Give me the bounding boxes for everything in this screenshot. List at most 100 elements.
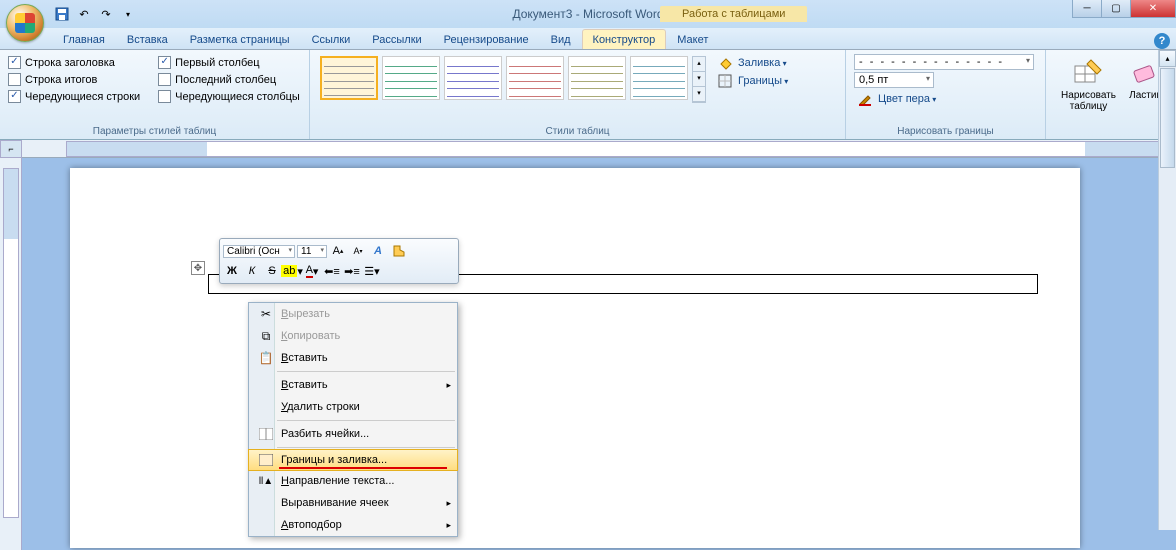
check-header-row[interactable] [8, 56, 21, 69]
ruler-corner[interactable]: ⌐ [0, 140, 22, 158]
label-header-row: Строка заголовка [25, 57, 115, 69]
window-title: Документ3 - Microsoft Word [512, 7, 663, 21]
pen-icon [858, 92, 874, 106]
style-item-5[interactable] [568, 56, 626, 100]
label-banded-rows: Чередующиеся строки [25, 91, 140, 103]
ribbon: Строка заголовка Строка итогов Чередующи… [0, 50, 1176, 140]
split-cells-icon [255, 428, 277, 440]
gallery-more[interactable]: ▴▾▾ [692, 56, 706, 103]
ctx-autofit[interactable]: Автоподбор [249, 514, 457, 536]
minimize-button[interactable]: ─ [1072, 0, 1102, 18]
context-tab-title: Работа с таблицами [660, 6, 807, 22]
table-style-gallery[interactable]: ▴▾▾ [318, 54, 708, 105]
tab-layout[interactable]: Макет [666, 29, 719, 49]
tab-insert[interactable]: Вставка [116, 29, 179, 49]
borders-button[interactable]: Границы [714, 72, 792, 90]
pen-color-button[interactable]: Цвет пера [854, 90, 1037, 108]
ctx-cell-alignment[interactable]: Выравнивание ячеек [249, 492, 457, 514]
line-style-combo[interactable]: - - - - - - - - - - - - - - [854, 54, 1034, 70]
tab-review[interactable]: Рецензирование [433, 29, 540, 49]
table-move-handle[interactable] [191, 261, 205, 275]
ctx-text-direction[interactable]: ll▲Направление текста... [249, 470, 457, 492]
shading-button[interactable]: Заливка [714, 54, 792, 72]
window-controls: ─ ▢ ✕ [1073, 0, 1176, 18]
label-total-row: Строка итогов [25, 74, 97, 86]
borders-shading-icon [255, 454, 277, 466]
ctx-split-cells[interactable]: Разбить ячейки... [249, 423, 457, 445]
group-draw-borders: - - - - - - - - - - - - - - 0,5 пт Цвет … [846, 50, 1046, 139]
line-weight-combo[interactable]: 0,5 пт [854, 72, 934, 88]
save-icon[interactable] [52, 4, 72, 24]
ctx-borders-shading[interactable]: Границы и заливка... [248, 449, 458, 471]
canvas[interactable] [22, 158, 1176, 550]
highlight-icon[interactable]: ab▾ [283, 262, 301, 280]
group-label-draw-borders: Нарисовать границы [854, 124, 1037, 137]
label-first-col: Первый столбец [175, 57, 259, 69]
group-draw-tools: Нарисовать таблицу Ластик [1046, 50, 1176, 139]
ctx-delete-rows[interactable]: Удалить строки [249, 396, 457, 418]
ribbon-tabs: Главная Вставка Разметка страницы Ссылки… [0, 28, 1176, 50]
style-item-1[interactable] [320, 56, 378, 100]
scroll-thumb[interactable] [1160, 68, 1175, 168]
help-icon[interactable]: ? [1154, 33, 1170, 49]
bold-icon[interactable]: Ж [223, 262, 241, 280]
document-area [0, 158, 1176, 550]
tab-view[interactable]: Вид [540, 29, 582, 49]
page[interactable] [70, 168, 1080, 548]
style-item-3[interactable] [444, 56, 502, 100]
eraser-icon [1129, 56, 1161, 88]
format-painter-icon[interactable] [389, 242, 407, 260]
group-style-options: Строка заголовка Строка итогов Чередующи… [0, 50, 310, 139]
tab-references[interactable]: Ссылки [301, 29, 362, 49]
borders-icon [718, 74, 734, 88]
tab-page-layout[interactable]: Разметка страницы [179, 29, 301, 49]
bucket-icon [718, 56, 734, 70]
vertical-ruler[interactable] [0, 158, 22, 550]
group-label-table-styles: Стили таблиц [318, 124, 837, 137]
tab-design[interactable]: Конструктор [582, 29, 667, 49]
tab-home[interactable]: Главная [52, 29, 116, 49]
font-color-icon[interactable]: A▾ [303, 262, 321, 280]
style-item-4[interactable] [506, 56, 564, 100]
tab-mailings[interactable]: Рассылки [361, 29, 432, 49]
decrease-indent-icon[interactable]: ⬅≡ [323, 262, 341, 280]
check-last-col[interactable] [158, 73, 171, 86]
draw-table-button[interactable]: Нарисовать таблицу [1054, 54, 1123, 114]
label-banded-cols: Чередующиеся столбцы [175, 91, 300, 103]
strikethrough-icon[interactable]: S [263, 262, 281, 280]
qat-more-icon[interactable]: ▾ [118, 4, 138, 24]
close-button[interactable]: ✕ [1130, 0, 1176, 18]
horizontal-ruler[interactable] [66, 141, 1176, 157]
increase-indent-icon[interactable]: ➡≡ [343, 262, 361, 280]
italic-icon[interactable]: К [243, 262, 261, 280]
text-direction-icon: ll▲ [255, 476, 277, 487]
scroll-up-button[interactable]: ▴ [1159, 50, 1176, 67]
label-last-col: Последний столбец [175, 74, 276, 86]
mini-size-combo[interactable]: 11 [297, 245, 327, 258]
shrink-font-icon[interactable]: A▾ [349, 242, 367, 260]
ctx-copy: ⧉Копировать [249, 325, 457, 347]
highlight-underline [279, 467, 447, 469]
styles-icon[interactable]: A [369, 242, 387, 260]
check-total-row[interactable] [8, 73, 21, 86]
horizontal-ruler-row: ⌐ [0, 140, 1176, 158]
check-first-col[interactable] [158, 56, 171, 69]
copy-icon: ⧉ [255, 329, 277, 344]
office-button[interactable] [6, 4, 44, 42]
style-item-2[interactable] [382, 56, 440, 100]
ctx-paste[interactable]: 📋Вставить [249, 347, 457, 369]
check-banded-rows[interactable] [8, 90, 21, 103]
paste-icon: 📋 [255, 351, 277, 365]
ctx-cut: ✂Вырезать [249, 303, 457, 325]
style-item-6[interactable] [630, 56, 688, 100]
undo-icon[interactable]: ↶ [74, 4, 94, 24]
check-banded-cols[interactable] [158, 90, 171, 103]
maximize-button[interactable]: ▢ [1101, 0, 1131, 18]
context-menu: ✂Вырезать ⧉Копировать 📋Вставить Вставить… [248, 302, 458, 537]
vertical-scrollbar[interactable]: ▴ [1158, 50, 1176, 530]
ctx-insert[interactable]: Вставить [249, 374, 457, 396]
bullets-icon[interactable]: ☰▾ [363, 262, 381, 280]
mini-font-combo[interactable]: Calibri (Осн [223, 245, 295, 258]
redo-icon[interactable]: ↷ [96, 4, 116, 24]
grow-font-icon[interactable]: A▴ [329, 242, 347, 260]
